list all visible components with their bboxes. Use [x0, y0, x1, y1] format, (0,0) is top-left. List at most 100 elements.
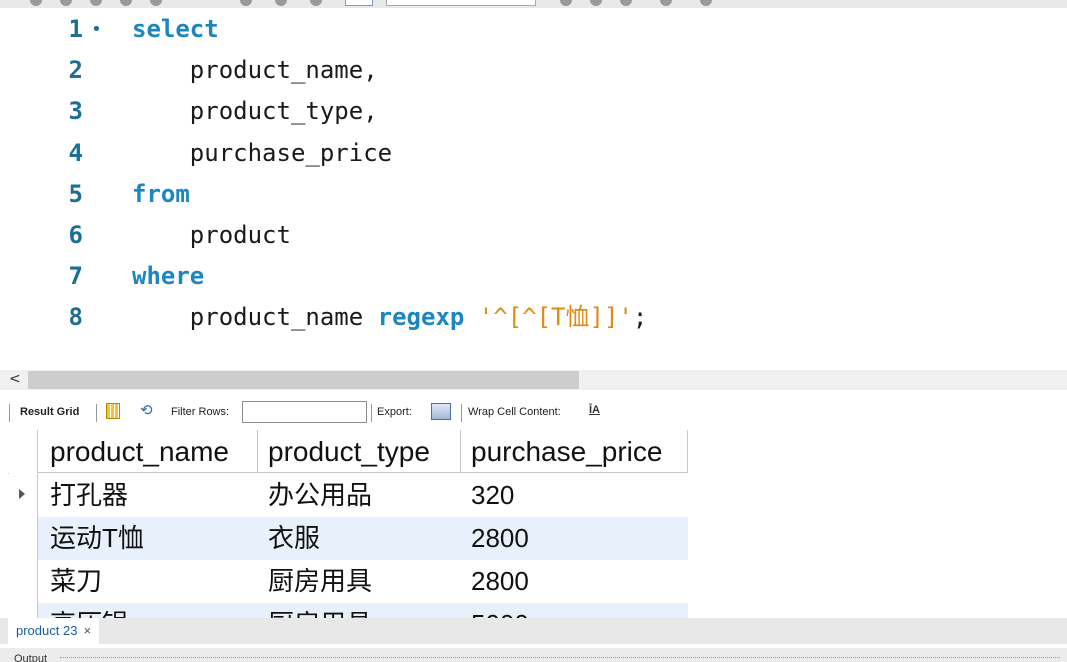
statement-marker-icon: •: [91, 19, 102, 40]
code-text[interactable]: from: [132, 174, 190, 215]
sql-identifier: ;: [632, 303, 648, 332]
execute-icon[interactable]: [30, 0, 42, 6]
code-line[interactable]: 5 from: [0, 174, 1067, 215]
toolbar-divider: [461, 404, 462, 422]
explain-icon[interactable]: [90, 0, 102, 6]
code-text[interactable]: product_type,: [132, 91, 378, 132]
output-divider: [60, 657, 1060, 658]
commit-icon[interactable]: [240, 0, 252, 6]
editor-horizontal-scrollbar[interactable]: <: [0, 370, 1067, 390]
toolbar-divider: [371, 404, 372, 422]
line-number: 7: [68, 262, 83, 291]
sql-keyword: where: [132, 262, 205, 291]
table-row[interactable]: 打孔器 办公用品 320: [8, 474, 688, 517]
cell-product-type[interactable]: 衣服: [260, 517, 320, 560]
toggle-icon[interactable]: [150, 0, 162, 6]
form-editor-icon[interactable]: [106, 403, 120, 419]
code-line[interactable]: 4 purchase_price: [0, 133, 1067, 174]
code-text[interactable]: product: [132, 215, 291, 256]
sql-identifier: product_name: [189, 303, 378, 332]
column-header-product-name[interactable]: product_name: [42, 430, 258, 473]
current-row-arrow-icon: [19, 489, 25, 499]
line-number: 4: [68, 138, 83, 167]
export-icon[interactable]: [431, 403, 451, 420]
sql-editor[interactable]: 1 • select 2 product_name, 3 product_type, 4 …: [0, 8, 1067, 370]
sql-keyword: select: [132, 15, 219, 43]
column-header-product-type[interactable]: product_type: [260, 430, 461, 473]
result-grid[interactable]: product_name product_type purchase_price…: [0, 430, 1067, 618]
scroll-left-arrow-icon[interactable]: <: [9, 371, 21, 387]
beautify-icon[interactable]: [560, 0, 572, 6]
sql-identifier: [464, 303, 478, 331]
table-row[interactable]: 菜刀 厨房用具 2800: [8, 560, 688, 603]
sql-identifier: product: [189, 221, 291, 249]
filter-rows-input[interactable]: [242, 401, 367, 423]
execute-current-icon[interactable]: [60, 0, 72, 6]
tab-label: product 23: [16, 623, 78, 638]
find-icon[interactable]: [590, 0, 602, 6]
snippets-icon[interactable]: [700, 0, 712, 6]
cell-product-name[interactable]: 打孔器: [42, 474, 128, 517]
export-label: Export:: [377, 406, 412, 418]
column-header-purchase-price[interactable]: purchase_price: [463, 430, 688, 473]
table-row[interactable]: 高压锅 厨房用具 5000: [8, 603, 688, 618]
wrap-lines-icon[interactable]: [660, 0, 672, 6]
stop-icon[interactable]: [120, 0, 132, 6]
sql-string: '^[^[T恤]]': [478, 303, 633, 332]
cell-product-type[interactable]: 办公用品: [260, 474, 372, 517]
sql-keyword: from: [132, 179, 190, 208]
result-grid-button[interactable]: Result Grid: [20, 406, 79, 418]
table-row[interactable]: 运动T恤 衣服 2800: [8, 517, 688, 560]
wrap-cell-icon[interactable]: ĪA: [589, 404, 600, 416]
code-line[interactable]: 7 where: [0, 256, 1067, 297]
tab-product-23[interactable]: product 23 ×: [8, 618, 100, 644]
rollback-icon[interactable]: [275, 0, 287, 6]
code-text[interactable]: product_name regexp '^[^[T恤]]';: [132, 297, 648, 338]
refresh-icon[interactable]: ⟲: [140, 403, 153, 419]
toolbar-divider: [9, 404, 10, 422]
output-panel-header: Output: [0, 648, 1067, 662]
cell-purchase-price[interactable]: 5000: [463, 603, 529, 618]
row-header-corner: [8, 430, 38, 473]
row-header[interactable]: [8, 474, 38, 517]
row-header[interactable]: [8, 603, 38, 618]
code-line[interactable]: 8 product_name regexp '^[^[T恤]]';: [0, 297, 1067, 338]
scrollbar-thumb[interactable]: [28, 371, 579, 389]
code-text[interactable]: product_name,: [132, 50, 378, 91]
autocommit-icon[interactable]: [310, 0, 322, 6]
code-line[interactable]: 2 product_name,: [0, 50, 1067, 91]
wrap-cell-content-label: Wrap Cell Content:: [468, 406, 561, 418]
row-header[interactable]: [8, 517, 38, 560]
cell-product-name[interactable]: 菜刀: [42, 560, 102, 603]
code-text[interactable]: purchase_price: [132, 133, 392, 174]
invisible-chars-icon[interactable]: [620, 0, 632, 6]
line-number: 3: [68, 97, 83, 126]
line-number: 5: [68, 179, 83, 208]
line-number: 1: [68, 15, 83, 43]
grid-header: product_name product_type purchase_price: [8, 430, 688, 473]
sql-identifier: product_name,: [189, 56, 378, 85]
close-icon[interactable]: ×: [83, 623, 91, 638]
cell-product-name[interactable]: 运动T恤: [42, 517, 144, 560]
cell-purchase-price[interactable]: 2800: [463, 560, 529, 603]
code-text[interactable]: select: [132, 9, 219, 50]
cell-product-type[interactable]: 厨房用具: [260, 603, 372, 618]
code-text[interactable]: where: [132, 256, 204, 297]
cell-product-name[interactable]: 高压锅: [42, 603, 128, 618]
row-header[interactable]: [8, 560, 38, 603]
sql-identifier: product_type,: [189, 97, 378, 126]
result-tabs: product 23 ×: [0, 618, 1067, 644]
cell-product-type[interactable]: 厨房用具: [260, 560, 372, 603]
limit-rows-select[interactable]: [386, 0, 536, 6]
code-line[interactable]: 6 product: [0, 215, 1067, 256]
limit-rows-icon[interactable]: [345, 0, 373, 6]
cell-purchase-price[interactable]: 2800: [463, 517, 529, 560]
code-line[interactable]: 1 • select: [0, 9, 1067, 50]
code-line[interactable]: 3 product_type,: [0, 91, 1067, 132]
cell-purchase-price[interactable]: 320: [463, 474, 514, 517]
sql-keyword: regexp: [377, 303, 465, 332]
